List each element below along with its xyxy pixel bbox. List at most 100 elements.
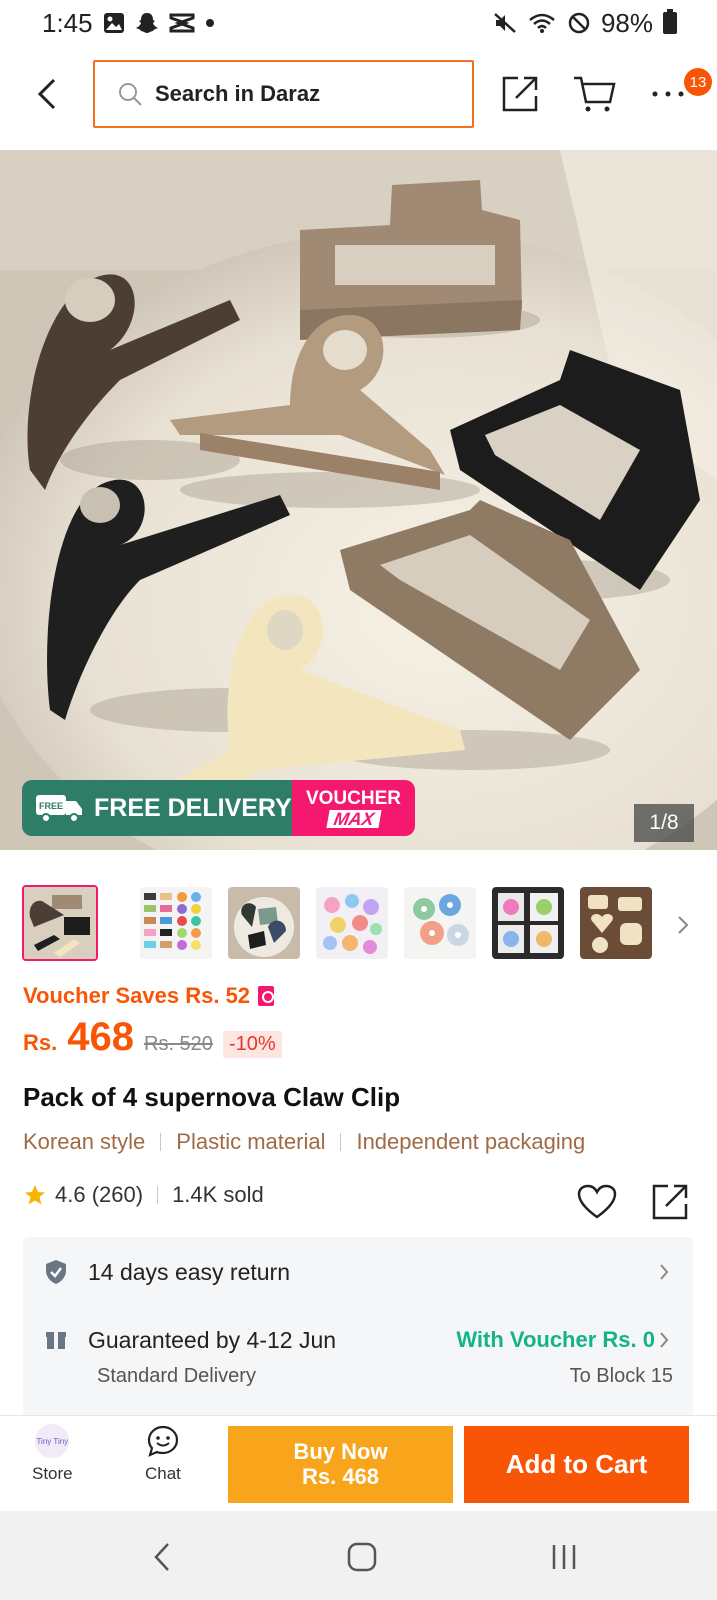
thumbnail[interactable]	[580, 887, 652, 959]
free-delivery-label: FREE DELIVERY	[94, 793, 292, 822]
cart-button[interactable]	[570, 70, 618, 118]
thumbnail[interactable]	[22, 885, 98, 961]
tag[interactable]: Korean style	[23, 1129, 145, 1155]
snapchat-icon	[135, 12, 159, 34]
voucher-label: VOUCHER	[305, 787, 401, 809]
delivery-guarantee: Guaranteed by 4-12 Jun	[88, 1327, 337, 1353]
thumbnail[interactable]	[404, 887, 476, 959]
status-bar: 1:45 98%	[0, 0, 717, 46]
voucher-max-tag: VOUCHER MAX	[292, 780, 415, 836]
star-icon	[25, 1185, 45, 1205]
delivery-row[interactable]: Guaranteed by 4-12 Jun With Voucher Rs. …	[23, 1307, 693, 1417]
add-to-cart-button[interactable]: Add to Cart	[464, 1426, 689, 1503]
nav-home-icon	[347, 1542, 377, 1572]
delivery-destination: To Block 15	[569, 1365, 673, 1387]
service-card: 14 days easy return Guaranteed by 4-12 J…	[23, 1237, 693, 1417]
package-icon	[43, 1327, 69, 1353]
back-icon	[37, 78, 56, 110]
delivery-truck-icon: FREE	[36, 795, 82, 823]
nav-recents-button[interactable]	[544, 1537, 584, 1577]
back-button[interactable]	[30, 72, 64, 116]
wishlist-button[interactable]	[576, 1182, 618, 1222]
thumbnail-strip	[22, 885, 692, 961]
search-input[interactable]: Search in Daraz	[93, 60, 474, 128]
buy-now-price: Rs. 468	[301, 1463, 380, 1489]
discount-badge: -10%	[222, 1031, 282, 1058]
tag-divider	[340, 1133, 342, 1151]
image-pager: 1/8	[634, 804, 694, 842]
thumbnail[interactable]	[228, 887, 300, 959]
nav-home-button[interactable]	[342, 1537, 382, 1577]
price-currency: Rs.	[23, 1030, 58, 1055]
buy-now-button[interactable]: Buy Now Rs. 468	[228, 1426, 453, 1503]
chat-label: Chat	[145, 1464, 181, 1483]
capcut-icon	[169, 13, 195, 33]
status-time: 1:45	[42, 7, 93, 38]
wifi-icon	[527, 11, 557, 35]
status-right: 98%	[493, 8, 677, 39]
dot-icon	[205, 18, 215, 28]
voucher-saves[interactable]: Voucher Saves Rs. 52	[23, 983, 275, 1009]
product-title: Pack of 4 supernova Claw Clip	[23, 1082, 401, 1112]
rating-value: 4.6 (260)	[55, 1182, 144, 1207]
no-disturb-icon	[567, 11, 591, 35]
share-icon	[502, 76, 538, 112]
thumbnail-next-button[interactable]	[671, 910, 695, 940]
tag-divider	[160, 1133, 162, 1151]
battery-icon	[663, 9, 677, 34]
share-product-button[interactable]	[648, 1180, 692, 1224]
free-small-label: FREE	[39, 801, 63, 811]
buy-now-label: Buy Now	[293, 1439, 388, 1465]
rating-line[interactable]: 4.6 (260) 1.4K sold	[23, 1182, 264, 1208]
add-to-cart-label: Add to Cart	[505, 1449, 648, 1479]
chevron-right-icon	[678, 916, 689, 934]
voucher-icon	[258, 986, 275, 1006]
price-line: Rs. 468 Rs. 520 -10%	[23, 1015, 282, 1060]
store-logo: Tiny Tiny	[35, 1424, 70, 1458]
tag[interactable]: Plastic material	[176, 1129, 325, 1155]
free-delivery-voucher-banner: FREE FREE DELIVERY VOUCHER MAX	[22, 780, 415, 836]
top-header: Search in Daraz	[0, 58, 717, 130]
battery-percent: 98%	[600, 7, 653, 38]
product-tags: Korean style Plastic material Independen…	[23, 1129, 585, 1155]
search-icon	[119, 83, 142, 106]
share-button[interactable]	[496, 70, 544, 118]
gallery-icon	[103, 12, 125, 34]
return-policy-label: 14 days easy return	[88, 1259, 291, 1285]
bottom-action-bar: Tiny Tiny Store Chat Buy Now Rs. 468 Add…	[0, 1415, 717, 1511]
product-image[interactable]	[0, 150, 717, 850]
chat-icon	[147, 1425, 179, 1457]
product-photo	[0, 150, 717, 850]
chevron-right-icon	[657, 1261, 671, 1283]
store-label: Store	[32, 1464, 73, 1483]
voucher-saves-label: Voucher Saves Rs. 52	[23, 983, 251, 1008]
original-price: Rs. 520	[144, 1033, 213, 1055]
nav-recents-icon	[552, 1545, 576, 1569]
thumbnail[interactable]	[492, 887, 564, 959]
cart-badge: 13	[684, 68, 712, 96]
rating-divider	[157, 1186, 159, 1204]
chat-button[interactable]: Chat	[145, 1424, 181, 1484]
voucher-max-label: MAX	[325, 809, 382, 829]
store-logo-text: Tiny Tiny	[36, 1436, 69, 1446]
mute-icon	[493, 11, 517, 35]
nav-back-button[interactable]	[142, 1537, 182, 1577]
cart-icon	[574, 76, 616, 112]
store-button[interactable]: Tiny Tiny Store	[32, 1424, 73, 1484]
chevron-right-icon	[657, 1329, 671, 1351]
free-delivery-tag: FREE FREE DELIVERY	[22, 780, 292, 836]
sold-count: 1.4K sold	[172, 1182, 264, 1207]
thumbnail[interactable]	[316, 887, 388, 959]
return-policy-row[interactable]: 14 days easy return	[23, 1237, 693, 1307]
shield-check-icon	[43, 1259, 69, 1285]
current-price: 468	[67, 1015, 134, 1059]
heart-icon	[577, 1184, 617, 1219]
system-nav-bar	[0, 1511, 717, 1600]
delivery-type: Standard Delivery	[97, 1365, 256, 1387]
tag[interactable]: Independent packaging	[356, 1129, 585, 1155]
search-placeholder: Search in Daraz	[155, 81, 321, 106]
nav-back-icon	[154, 1543, 169, 1571]
status-left: 1:45	[42, 8, 215, 39]
more-icon	[652, 91, 684, 97]
thumbnail[interactable]	[140, 887, 212, 959]
